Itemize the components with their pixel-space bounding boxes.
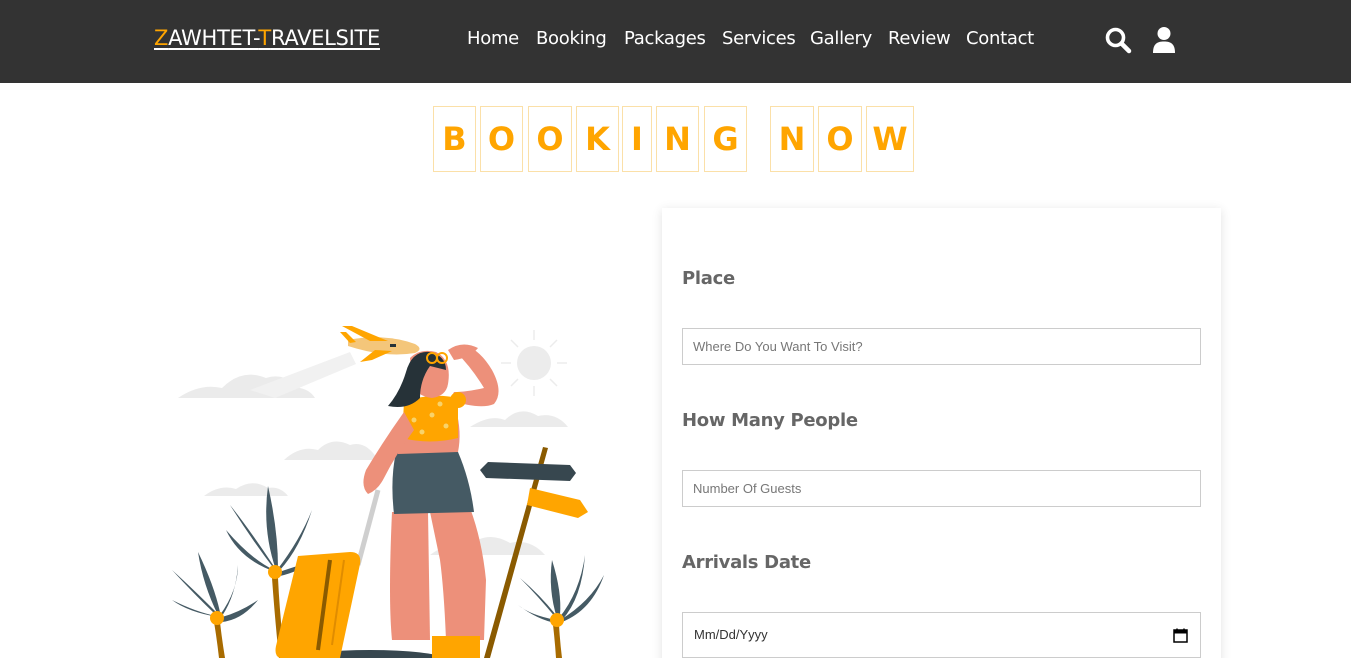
nav-services[interactable]: Services <box>722 28 796 49</box>
nav-booking[interactable]: Booking <box>536 28 607 49</box>
nav-review[interactable]: Review <box>888 28 951 49</box>
heading-letter: O <box>528 106 572 172</box>
calendar-icon[interactable] <box>1173 628 1188 643</box>
site-header: ZAWHTET-TRAVELSITE Home Booking Packages… <box>0 0 1351 83</box>
nav-contact[interactable]: Contact <box>966 28 1034 49</box>
heading-letter: O <box>818 106 862 172</box>
heading-letter: I <box>622 106 652 172</box>
booking-form: Place How Many People Arrivals Date Mm/D… <box>662 208 1221 658</box>
heading-letter: N <box>656 106 699 172</box>
nav-gallery[interactable]: Gallery <box>810 28 872 49</box>
heading-letter: G <box>704 106 747 172</box>
user-icon[interactable] <box>1151 26 1179 54</box>
date-value: Mm/Dd/Yyyy <box>694 627 768 642</box>
arrival-label: Arrivals Date <box>682 552 811 573</box>
heading-letter: B <box>433 106 476 172</box>
place-label: Place <box>682 268 735 289</box>
people-label: How Many People <box>682 410 858 431</box>
guests-input[interactable] <box>682 470 1201 507</box>
search-icon[interactable] <box>1104 26 1132 54</box>
nav-packages[interactable]: Packages <box>624 28 706 49</box>
heading-letter: K <box>576 106 619 172</box>
heading-letter: W <box>866 106 914 172</box>
heading-letter: N <box>770 106 814 172</box>
arrival-date-input[interactable]: Mm/Dd/Yyyy <box>682 612 1201 658</box>
place-input[interactable] <box>682 328 1201 365</box>
heading-letter: O <box>480 106 523 172</box>
site-logo[interactable]: ZAWHTET-TRAVELSITE <box>154 26 380 50</box>
traveler-illustration <box>160 300 630 658</box>
nav-home[interactable]: Home <box>467 28 519 49</box>
